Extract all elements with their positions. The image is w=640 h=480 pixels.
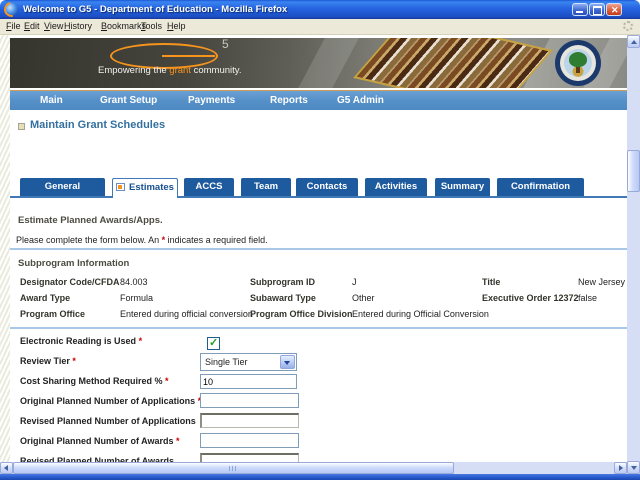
form-label: Revised Planned Number of Applications [20, 416, 196, 426]
nav-main[interactable]: Main [40, 95, 63, 106]
original-applications-input[interactable] [200, 393, 299, 408]
field-value: Formula [120, 293, 153, 303]
banner-tagline: Empowering the grant community. [98, 65, 241, 76]
throbber-icon [623, 21, 633, 31]
menu-history[interactable]: History [64, 21, 92, 31]
tab-summary[interactable]: Summary [435, 178, 490, 196]
field-label: Award Type [20, 293, 70, 303]
field-value: J [352, 277, 357, 287]
nav-grant-setup[interactable]: Grant Setup [100, 95, 157, 106]
menu-edit[interactable]: Edit [24, 21, 40, 31]
subprogram-heading: Subprogram Information [18, 258, 129, 269]
divider [10, 248, 627, 250]
banner-streak [289, 38, 366, 88]
tab-team[interactable]: Team [241, 178, 291, 196]
field-value: 84.003 [120, 277, 148, 287]
review-tier-select[interactable]: Single Tier [200, 353, 297, 371]
divider [10, 327, 627, 329]
active-tab-icon [116, 183, 125, 191]
window-border [0, 474, 640, 480]
menu-file[interactable]: File [6, 21, 21, 31]
form-label: Original Planned Number of Awards * [20, 436, 180, 446]
form-label: Review Tier * [20, 356, 76, 366]
menu-bookmarks[interactable]: Bookmarks [101, 21, 146, 31]
education-seal-icon [555, 40, 601, 86]
field-label: Title [482, 277, 500, 287]
tab-underline [10, 196, 627, 198]
bullet-icon [18, 123, 25, 130]
field-label: Subaward Type [250, 293, 316, 303]
form-label: Cost Sharing Method Required % * [20, 376, 169, 386]
g5-logo-bar [162, 55, 215, 57]
firefox-icon [5, 3, 18, 16]
g5-logo-five: 5 [222, 38, 229, 51]
horizontal-scrollbar-thumb[interactable] [13, 462, 454, 474]
field-value: Other [352, 293, 375, 303]
close-button[interactable] [606, 3, 622, 16]
electronic-reading-checkbox[interactable] [207, 337, 220, 350]
menu-bar: File Edit View History Bookmarks Tools H… [0, 19, 640, 35]
section-title: Estimate Planned Awards/Apps. [18, 215, 163, 226]
maximize-button[interactable] [589, 3, 605, 16]
tab-activities[interactable]: Activities [365, 178, 427, 196]
instruction-text: Please complete the form below. An * ind… [16, 235, 268, 245]
menu-tools[interactable]: Tools [141, 21, 162, 31]
minimize-button[interactable] [572, 3, 588, 16]
cost-sharing-input[interactable] [200, 374, 297, 389]
field-label: Designator Code/CFDA [20, 277, 120, 287]
menu-help[interactable]: Help [167, 21, 186, 31]
chevron-down-icon[interactable] [280, 355, 295, 369]
field-label: Program Office Division [250, 309, 353, 319]
tab-contacts[interactable]: Contacts [296, 178, 358, 196]
field-value: false [578, 293, 597, 303]
field-value: Entered during official conversion [120, 309, 253, 319]
tab-accs[interactable]: ACCS [184, 178, 234, 196]
scroll-up-button[interactable] [627, 35, 640, 48]
field-value: New Jersey S [578, 277, 627, 287]
original-awards-input[interactable] [200, 433, 299, 448]
vertical-scrollbar[interactable] [627, 35, 640, 474]
nav-payments[interactable]: Payments [188, 95, 235, 106]
menu-view[interactable]: View [44, 21, 63, 31]
field-label: Subprogram ID [250, 277, 315, 287]
title-bar[interactable]: Welcome to G5 - Department of Education … [0, 0, 640, 19]
form-label: Original Planned Number of Applications … [20, 396, 201, 406]
tab-estimates[interactable]: Estimates [112, 178, 178, 198]
page-title: Maintain Grant Schedules [30, 119, 165, 131]
scroll-right-button[interactable] [614, 462, 627, 474]
scroll-left-button[interactable] [0, 462, 13, 474]
field-label: Executive Order 12372 [482, 293, 579, 303]
page-margin-decoration [0, 35, 10, 462]
bookshelf-image [353, 38, 553, 88]
scroll-down-button[interactable] [627, 461, 640, 474]
window-title: Welcome to G5 - Department of Education … [23, 4, 287, 15]
field-label: Program Office [20, 309, 85, 319]
banner: 5 Empowering the grant community. [10, 38, 627, 88]
main-nav: Main Grant Setup Payments Reports G5 Adm… [10, 90, 627, 110]
horizontal-scrollbar[interactable] [0, 462, 627, 474]
tab-general[interactable]: General [20, 178, 105, 196]
vertical-scrollbar-thumb[interactable] [627, 150, 640, 192]
field-value: Entered during Official Conversion [352, 309, 489, 319]
form-label: Electronic Reading is Used * [20, 336, 142, 346]
revised-applications-input[interactable] [200, 413, 299, 428]
nav-g5-admin[interactable]: G5 Admin [337, 95, 384, 106]
tab-confirmation[interactable]: Confirmation [497, 178, 584, 196]
browser-window: Welcome to G5 - Department of Education … [0, 0, 640, 480]
nav-reports[interactable]: Reports [270, 95, 308, 106]
